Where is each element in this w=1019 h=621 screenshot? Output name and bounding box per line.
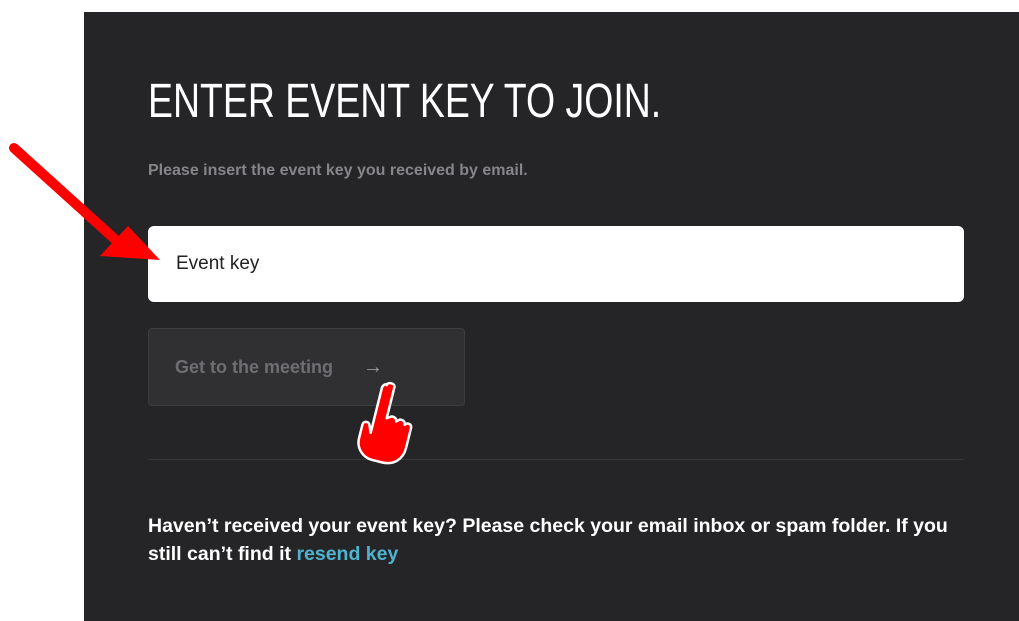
annotation-arrow-icon <box>9 143 160 260</box>
event-key-input[interactable] <box>148 226 964 302</box>
page-title: ENTER EVENT KEY TO JOIN. <box>148 75 662 128</box>
arrow-right-icon: → <box>363 355 384 378</box>
hand-pointer-icon <box>357 381 413 465</box>
divider <box>148 459 964 460</box>
page-subtitle: Please insert the event key you received… <box>148 162 528 179</box>
resend-key-link[interactable]: resend key <box>296 543 398 565</box>
get-to-meeting-label: Get to the meeting <box>175 356 334 377</box>
help-text: Haven’t received your event key? Please … <box>148 512 978 568</box>
event-key-dialog: ENTER EVENT KEY TO JOIN. Please insert t… <box>84 12 1019 621</box>
help-message: Haven’t received your event key? Please … <box>148 515 948 565</box>
get-to-meeting-button[interactable]: Get to the meeting → <box>148 328 465 406</box>
